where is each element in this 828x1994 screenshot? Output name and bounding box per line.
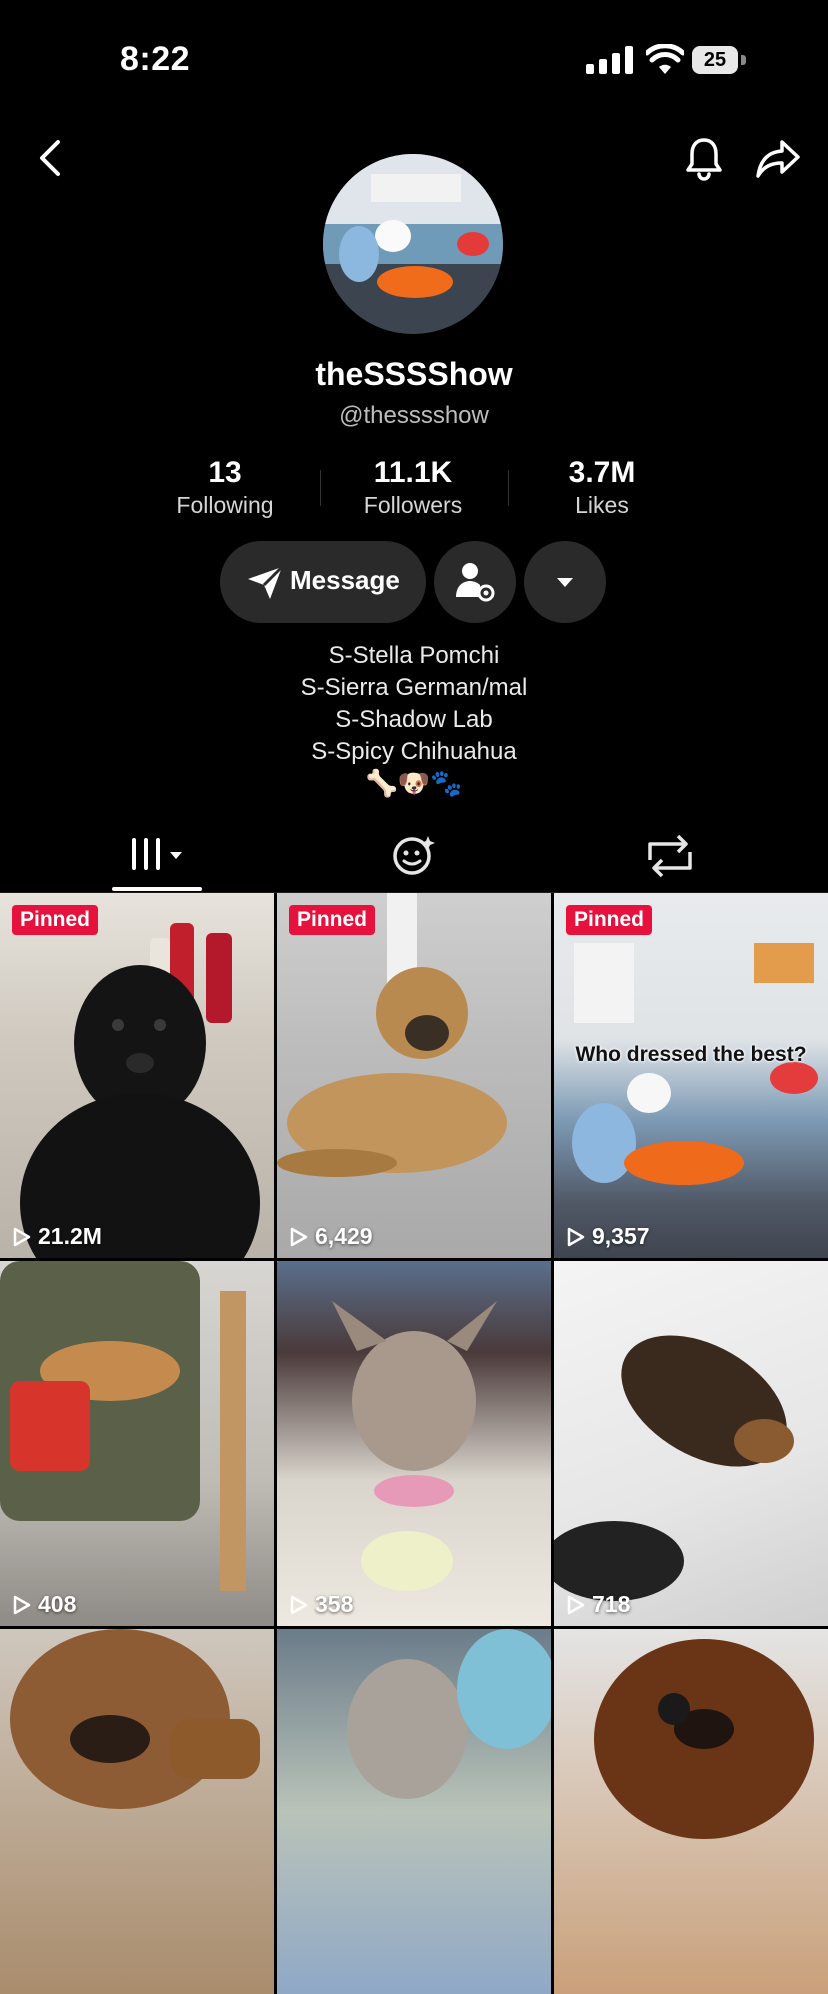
view-count-text: 408	[38, 1591, 77, 1617]
sparkle-face-icon	[393, 836, 435, 875]
stat-divider	[320, 470, 321, 506]
video-tile[interactable]: 358	[277, 1261, 551, 1626]
view-count: 9,357	[566, 1223, 650, 1250]
back-chevron-icon[interactable]	[30, 136, 70, 180]
view-count-text: 6,429	[315, 1223, 373, 1249]
video-tile[interactable]: 408	[0, 1261, 274, 1626]
view-count-text: 358	[315, 1591, 354, 1617]
tab-favorites[interactable]	[364, 820, 464, 892]
tab-videos[interactable]	[110, 820, 210, 892]
video-tile[interactable]: Pinned 6,429	[277, 893, 551, 1258]
message-button[interactable]: Message	[220, 541, 426, 623]
bio-line: S-Sierra German/mal	[300, 674, 528, 701]
play-outline-icon	[567, 1227, 585, 1246]
bio-emoji: 🦴🐶🐾	[365, 768, 463, 798]
bio-line: S-Spicy Chihuahua	[311, 738, 517, 765]
video-tile[interactable]: Who dressed the best? Pinned 9,357	[554, 893, 828, 1258]
bell-icon[interactable]	[680, 134, 728, 182]
repost-icon	[648, 834, 692, 878]
display-name: theSSSShow	[315, 356, 513, 392]
stat-followers[interactable]: 11.1K Followers	[333, 456, 493, 519]
pinned-badge: Pinned	[289, 905, 376, 935]
message-label: Message	[290, 565, 400, 595]
view-count: 6,429	[289, 1223, 373, 1250]
play-outline-icon	[567, 1595, 585, 1614]
more-dropdown-button[interactable]	[524, 541, 606, 623]
send-icon	[248, 565, 284, 599]
tab-reposts[interactable]	[620, 820, 720, 892]
stat-likes[interactable]: 3.7M Likes	[522, 456, 682, 519]
play-outline-icon	[290, 1227, 308, 1246]
bio-line: S-Shadow Lab	[335, 706, 493, 733]
grid-columns-icon	[132, 838, 182, 870]
pinned-badge: Pinned	[566, 905, 653, 935]
video-tile[interactable]: Pinned 21.2M	[0, 893, 274, 1258]
battery-level: 25	[692, 46, 738, 74]
bio-line: S-Stella Pomchi	[328, 642, 500, 669]
view-count-text: 21.2M	[38, 1223, 102, 1249]
status-time: 8:22	[120, 40, 191, 78]
bio: S-Stella Pomchi S-Sierra German/mal S-Sh…	[0, 640, 828, 768]
wifi-icon	[646, 44, 684, 74]
likes-label: Likes	[575, 492, 629, 518]
status-bar: 8:22 25	[0, 0, 828, 120]
likes-count: 3.7M	[568, 456, 636, 489]
video-tile[interactable]	[277, 1629, 551, 1994]
following-label: Following	[176, 492, 274, 518]
view-count: 718	[566, 1591, 630, 1618]
share-arrow-icon[interactable]	[754, 134, 802, 182]
followers-count: 11.1K	[373, 456, 453, 489]
view-count: 358	[289, 1591, 353, 1618]
view-count: 408	[12, 1591, 76, 1618]
view-count-text: 9,357	[592, 1223, 650, 1249]
stat-divider	[508, 470, 509, 506]
person-gear-icon	[456, 563, 495, 602]
profile-tabs	[0, 820, 828, 893]
active-tab-indicator	[112, 887, 202, 891]
battery-icon: 25	[692, 46, 746, 74]
username-handle: @thesssshow	[339, 402, 489, 429]
video-caption: Who dressed the best?	[575, 1043, 807, 1066]
video-tile[interactable]: 718	[554, 1261, 828, 1626]
video-tile[interactable]	[0, 1629, 274, 1994]
avatar[interactable]	[323, 154, 503, 334]
caret-down-icon	[557, 578, 573, 587]
video-tile[interactable]	[554, 1629, 828, 1994]
view-count-text: 718	[592, 1591, 631, 1617]
pinned-badge: Pinned	[12, 905, 99, 935]
stat-following[interactable]: 13 Following	[145, 456, 305, 519]
cellular-signal-icon	[586, 46, 636, 74]
play-outline-icon	[13, 1227, 31, 1246]
followers-label: Followers	[363, 492, 463, 518]
play-outline-icon	[290, 1595, 308, 1614]
view-count: 21.2M	[12, 1223, 102, 1250]
following-count: 13	[208, 456, 242, 489]
follow-settings-button[interactable]	[434, 541, 516, 623]
play-outline-icon	[13, 1595, 31, 1614]
